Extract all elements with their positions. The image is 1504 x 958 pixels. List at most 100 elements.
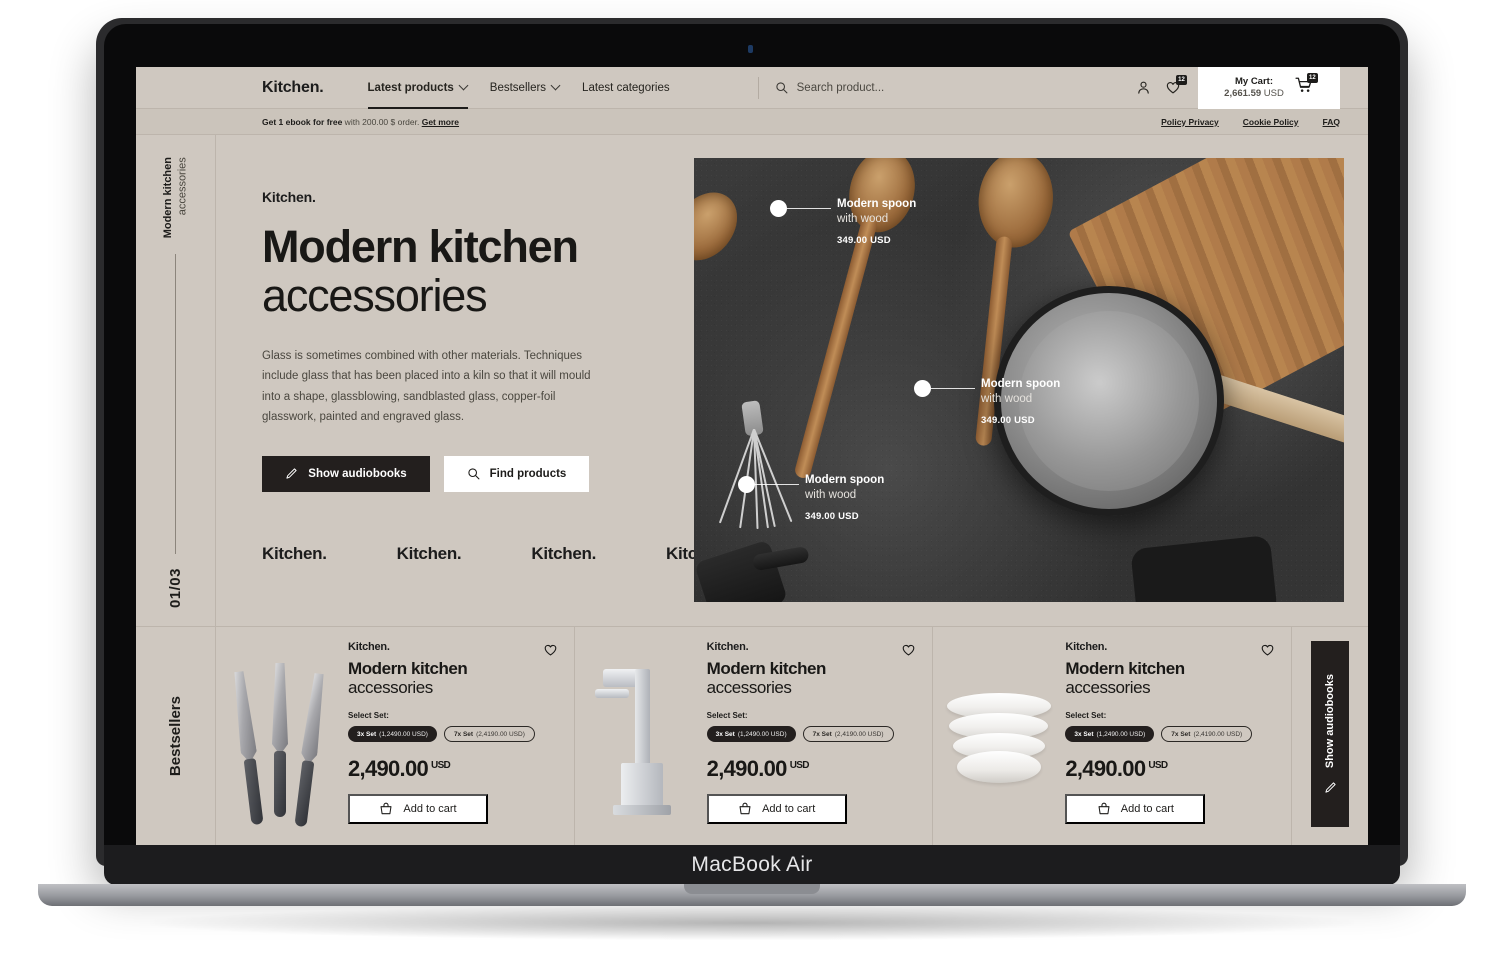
brand-mark: Kitchen. — [262, 543, 327, 563]
hero-hotspot-3[interactable]: Modern spoon with wood 349.00 USD — [738, 474, 884, 522]
wishlist-toggle[interactable] — [1260, 643, 1275, 662]
promo-message: Get 1 ebook for free with 200.00 $ order… — [262, 117, 459, 127]
hotspot-dot[interactable] — [914, 380, 931, 397]
hero-heading-bold: Modern kitchen — [262, 221, 579, 272]
search-icon — [775, 82, 788, 94]
hero-heading-light: accessories — [262, 270, 488, 322]
cart-currency: USD — [1263, 87, 1284, 99]
cart-icon-wrap: 12 — [1294, 73, 1318, 99]
hero-paragraph: Glass is sometimes combined with other m… — [262, 350, 591, 424]
set-option-3x[interactable]: 3x Set (1,2490.00 USD) — [706, 726, 796, 743]
product-brand: Kitchen. — [348, 641, 390, 653]
set-option-price: (2,4190.00 USD) — [834, 730, 884, 738]
hero-rail-caption: Modern kitchen accessories — [161, 157, 190, 238]
nav-item-latest-products[interactable]: Latest products — [367, 67, 469, 109]
heart-icon — [1261, 644, 1274, 656]
webpage: Kitchen. Latest products Bestsellers Lat… — [136, 67, 1368, 845]
brand-marks-row: Kitchen. Kitchen. Kitchen. Kitchen. — [262, 543, 731, 564]
hero-product-photo: Modern spoon with wood 349.00 USD Modern… — [694, 158, 1344, 602]
show-audiobooks-button[interactable]: Show audiobooks — [262, 455, 430, 492]
link-faq[interactable]: FAQ — [1323, 117, 1340, 127]
product-card[interactable]: Kitchen. Modern kitchen accessories Sele… — [933, 627, 1293, 845]
set-option-price: (2,4190.00 USD) — [476, 730, 525, 738]
price-currency: USD — [1148, 760, 1168, 772]
set-option-price: (1,2490.00 USD) — [379, 730, 428, 738]
product-title: Modern kitchen — [348, 659, 468, 678]
set-option-7x[interactable]: 7x Set (2,4190.00 USD) — [1161, 726, 1253, 743]
brand-mark: Kitchen. — [396, 543, 462, 563]
product-subtitle: accessories — [706, 677, 792, 697]
search-box[interactable] — [757, 76, 1007, 99]
product-brand: Kitchen. — [706, 641, 749, 653]
link-policy-privacy[interactable]: Policy Privacy — [1161, 117, 1219, 127]
pen-icon — [286, 468, 297, 479]
bestsellers-rail: Bestsellers — [136, 627, 216, 845]
hotspot-text: Modern spoon with wood 349.00 USD — [981, 378, 1060, 426]
nav-item-latest-categories[interactable]: Latest categories — [582, 67, 670, 109]
set-option-price: (2,4190.00 USD) — [1193, 730, 1243, 738]
hotspot-title: Modern spoon — [837, 198, 917, 210]
heart-icon — [544, 644, 556, 656]
chevron-down-icon — [552, 82, 560, 90]
select-set-label: Select Set: — [348, 711, 389, 721]
set-option-7x[interactable]: 7x Set (2,4190.00 USD) — [802, 726, 894, 743]
hero-kicker: Kitchen. — [262, 189, 316, 205]
hotspot-price: 349.00 USD — [805, 511, 859, 523]
hotspot-dot[interactable] — [770, 200, 787, 217]
cart-amount: 2,661.59 USD — [1224, 88, 1284, 100]
set-option-name: 3x Set — [357, 730, 377, 738]
hero-buttons: Show audiobooks Find products — [262, 455, 684, 492]
product-price: 2,490.00 USD — [348, 756, 556, 782]
bestsellers-label: Bestsellers — [167, 695, 184, 777]
hotspot-price: 349.00 USD — [981, 415, 1035, 427]
find-products-label: Find products — [489, 467, 567, 480]
hero-hotspot-1[interactable]: Modern spoon with wood 349.00 USD — [770, 198, 916, 246]
main-menu: Latest products Bestsellers Latest categ… — [367, 67, 670, 109]
laptop-chin: MacBook Air — [104, 845, 1400, 885]
set-option-name: 7x Set — [812, 730, 832, 738]
set-option-price: (1,2490.00 USD) — [737, 730, 787, 738]
set-option-3x[interactable]: 3x Set (1,2490.00 USD) — [348, 726, 437, 743]
add-to-cart-button[interactable]: Add to cart — [348, 794, 488, 825]
price-value: 2,490.00 — [1065, 756, 1146, 782]
account-button[interactable] — [1128, 67, 1158, 109]
product-brand: Kitchen. — [1065, 641, 1108, 653]
site-logo[interactable]: Kitchen. — [262, 79, 324, 97]
product-subtitle: accessories — [348, 677, 433, 697]
hero-hotspot-2[interactable]: Modern spoon with wood 349.00 USD — [914, 378, 1060, 426]
set-option-3x[interactable]: 3x Set (1,2490.00 USD) — [1065, 726, 1155, 743]
hero-section: Modern kitchen accessories 01/03 Kitchen… — [136, 135, 1368, 627]
search-icon — [468, 468, 480, 480]
promo-rest-text: with 200.00 $ order. — [342, 116, 422, 127]
show-audiobooks-side-tab[interactable]: Show audiobooks — [1311, 641, 1350, 827]
cart-title: My Cart: — [1234, 75, 1273, 87]
price-value: 2,490.00 — [348, 756, 429, 782]
find-products-button[interactable]: Find products — [444, 455, 589, 492]
pen-icon — [1324, 781, 1336, 793]
product-card[interactable]: Kitchen. Modern kitchen accessories Sele… — [575, 627, 934, 845]
add-to-cart-button[interactable]: Add to cart — [706, 794, 847, 825]
search-input[interactable] — [796, 81, 1007, 94]
promo-link[interactable]: Get more — [422, 117, 459, 127]
wishlist-toggle[interactable] — [901, 643, 916, 662]
nav-item-bestsellers[interactable]: Bestsellers — [490, 67, 560, 109]
cart-summary-button[interactable]: My Cart: 2,661.59 USD 12 — [1198, 67, 1340, 109]
set-option-7x[interactable]: 7x Set (2,4190.00 USD) — [443, 726, 535, 743]
device-label: MacBook Air — [691, 853, 813, 876]
promo-bold-text: Get 1 ebook for free — [262, 116, 343, 127]
policy-links: Policy Privacy Cookie Policy FAQ — [1161, 117, 1340, 127]
wishlist-toggle[interactable] — [543, 643, 558, 662]
link-cookie-policy[interactable]: Cookie Policy — [1243, 117, 1299, 127]
product-card[interactable]: Kitchen. Modern kitchen accessories Sele… — [216, 627, 575, 845]
laptop-shadow — [150, 906, 1354, 940]
wishlist-button[interactable]: 12 — [1158, 67, 1188, 109]
cart-amount-value: 2,661.59 — [1224, 87, 1262, 99]
add-to-cart-label: Add to cart — [1120, 803, 1174, 816]
hotspot-dot[interactable] — [738, 476, 755, 493]
laptop-base-notch — [684, 884, 820, 894]
product-title: Modern kitchen — [1065, 659, 1185, 678]
add-to-cart-button[interactable]: Add to cart — [1065, 794, 1206, 825]
product-price: 2,490.00 USD — [1065, 756, 1273, 782]
slide-counter: 01/03 — [167, 567, 184, 608]
cart-badge: 12 — [1306, 73, 1318, 83]
